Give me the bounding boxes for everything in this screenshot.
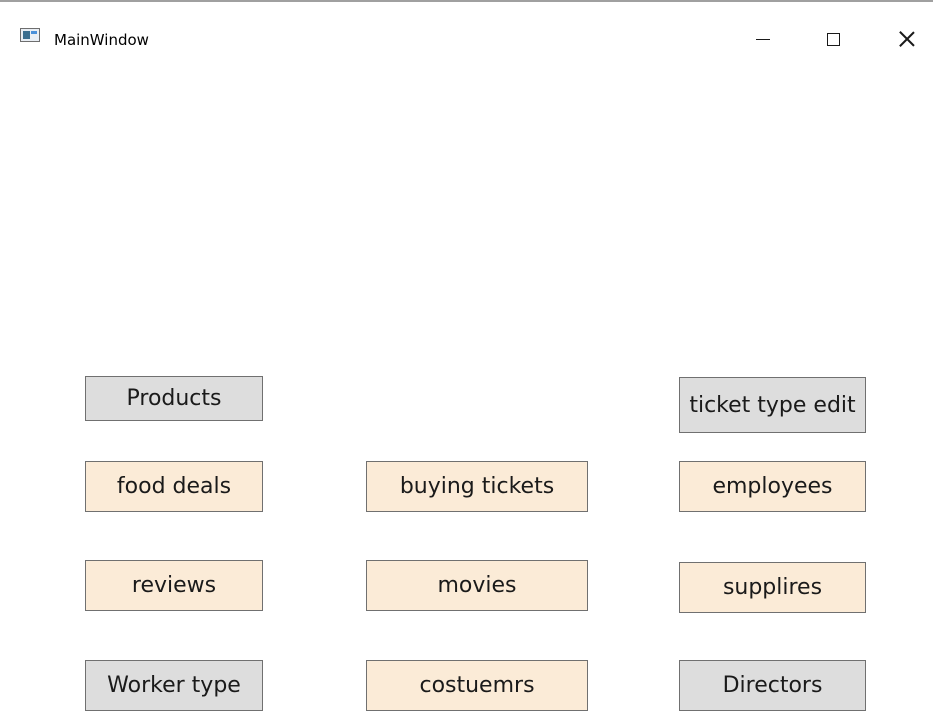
title-bar[interactable]: MainWindow [0, 2, 933, 49]
close-icon [899, 31, 915, 47]
maximize-icon [826, 32, 840, 46]
food-deals-button[interactable]: food deals [85, 461, 263, 512]
products-button[interactable]: Products [85, 376, 263, 421]
supplires-button[interactable]: supplires [679, 562, 866, 613]
costuemrs-button[interactable]: costuemrs [366, 660, 588, 711]
worker-type-button[interactable]: Worker type [85, 660, 263, 711]
app-icon [20, 28, 40, 42]
main-content: Products ticket type edit food deals buy… [0, 48, 933, 716]
employees-button[interactable]: employees [679, 461, 866, 512]
main-window: MainWindow Products ticket type edit foo… [0, 0, 933, 716]
reviews-button[interactable]: reviews [85, 560, 263, 611]
ticket-type-edit-button[interactable]: ticket type edit [679, 377, 866, 433]
window-title: MainWindow [54, 31, 149, 49]
app-icon-pane [23, 31, 30, 39]
movies-button[interactable]: movies [366, 560, 588, 611]
directors-button[interactable]: Directors [679, 660, 866, 711]
buying-tickets-button[interactable]: buying tickets [366, 461, 588, 512]
app-icon-pane [31, 31, 37, 34]
minimize-icon [756, 38, 770, 40]
